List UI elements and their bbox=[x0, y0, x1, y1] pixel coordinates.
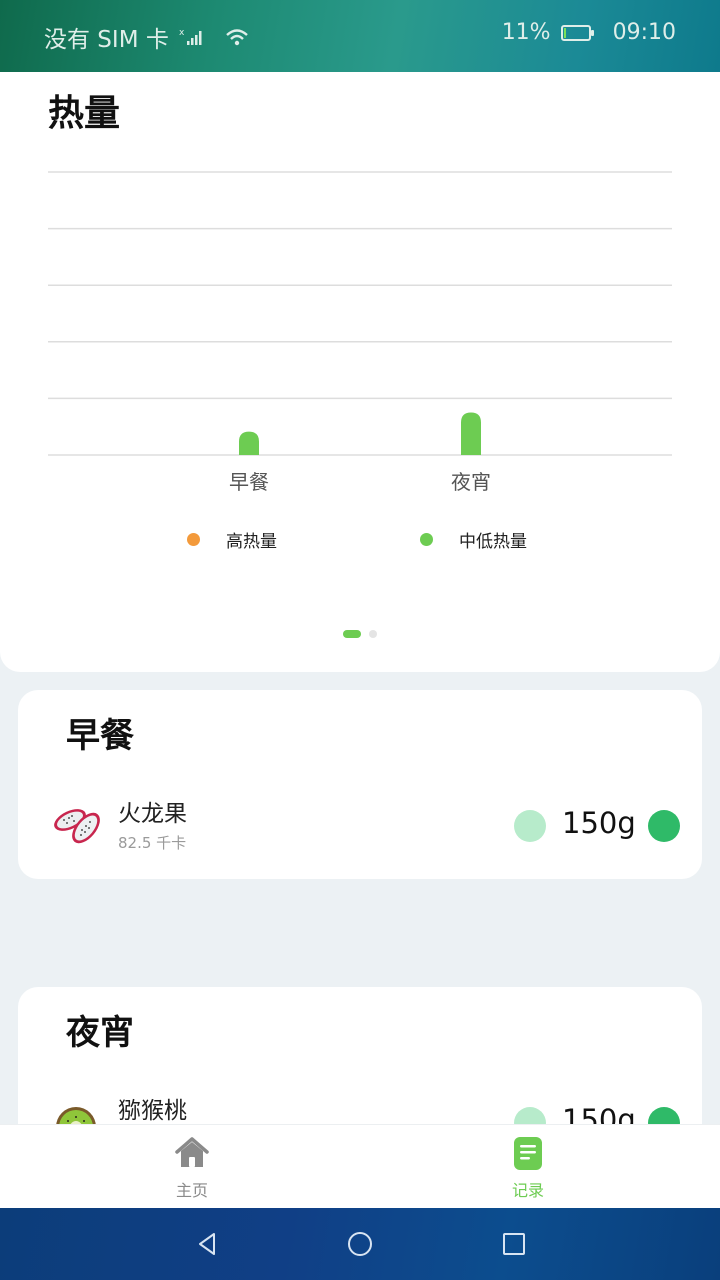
status-right: 11% 09:10 bbox=[502, 20, 676, 45]
page-dot-active[interactable] bbox=[343, 630, 361, 638]
record-icon bbox=[510, 1135, 546, 1171]
status-left: 没有 SIM 卡 x bbox=[44, 20, 251, 54]
legend-item-high: 高热量 bbox=[187, 527, 277, 552]
breakfast-card: 早餐 火龙果 82.5 千卡 150g bbox=[18, 690, 702, 879]
page-indicator[interactable] bbox=[0, 630, 720, 638]
status-bar: 没有 SIM 卡 x 11% 09:10 bbox=[0, 0, 720, 72]
home-icon bbox=[174, 1135, 210, 1171]
tab-record-label: 记录 bbox=[511, 1181, 544, 1200]
food-calories: 82.5 千卡 bbox=[118, 834, 187, 852]
night-snack-title: 夜宵 bbox=[66, 1013, 134, 1053]
battery-fill bbox=[563, 27, 567, 38]
chart-bar bbox=[461, 412, 481, 455]
svg-text:x: x bbox=[179, 28, 185, 38]
food-name: 火龙果 bbox=[118, 801, 187, 827]
chart-bar bbox=[239, 431, 259, 455]
increase-quantity-button[interactable] bbox=[648, 810, 680, 842]
calorie-bar-chart: 早餐 夜宵 bbox=[48, 171, 672, 494]
system-navigation-bar bbox=[0, 1208, 720, 1280]
signal-icon: x bbox=[179, 28, 202, 45]
wifi-icon bbox=[226, 29, 248, 46]
bottom-tab-bar: 主页 记录 bbox=[0, 1124, 720, 1208]
chart-legend: 高热量 中低热量 bbox=[0, 527, 720, 557]
battery-percent: 11% bbox=[501, 20, 551, 45]
x-tick-label: 夜宵 bbox=[451, 470, 491, 494]
dragon-fruit-image bbox=[54, 809, 100, 844]
carrier-text: 没有 SIM 卡 bbox=[44, 27, 169, 53]
legend-label-low: 中低热量 bbox=[459, 532, 527, 552]
tab-home-label: 主页 bbox=[175, 1181, 208, 1200]
legend-dot-low bbox=[420, 533, 433, 546]
tab-home[interactable]: 主页 bbox=[152, 1135, 232, 1201]
chart-title: 热量 bbox=[48, 93, 121, 134]
tab-record[interactable]: 记录 bbox=[488, 1135, 568, 1201]
legend-item-low: 中低热量 bbox=[420, 527, 527, 552]
battery-icon bbox=[560, 24, 594, 41]
recents-icon[interactable] bbox=[500, 1230, 528, 1258]
home-circle-icon[interactable] bbox=[346, 1230, 374, 1258]
legend-dot-high bbox=[187, 533, 200, 546]
legend-label-high: 高热量 bbox=[226, 532, 277, 552]
page-dot[interactable] bbox=[369, 630, 377, 638]
calorie-chart-card[interactable]: 早餐 夜宵 热量 高热量 中低热量 bbox=[0, 72, 720, 672]
back-icon[interactable] bbox=[194, 1230, 222, 1258]
clock: 09:10 bbox=[612, 20, 676, 45]
food-name: 猕猴桃 bbox=[118, 1098, 187, 1124]
decrease-quantity-button[interactable] bbox=[514, 810, 546, 842]
food-quantity: 150g bbox=[562, 806, 636, 840]
breakfast-title: 早餐 bbox=[66, 716, 134, 756]
x-tick-label: 早餐 bbox=[229, 470, 269, 494]
food-row-dragon-fruit[interactable]: 火龙果 82.5 千卡 150g bbox=[18, 790, 702, 860]
